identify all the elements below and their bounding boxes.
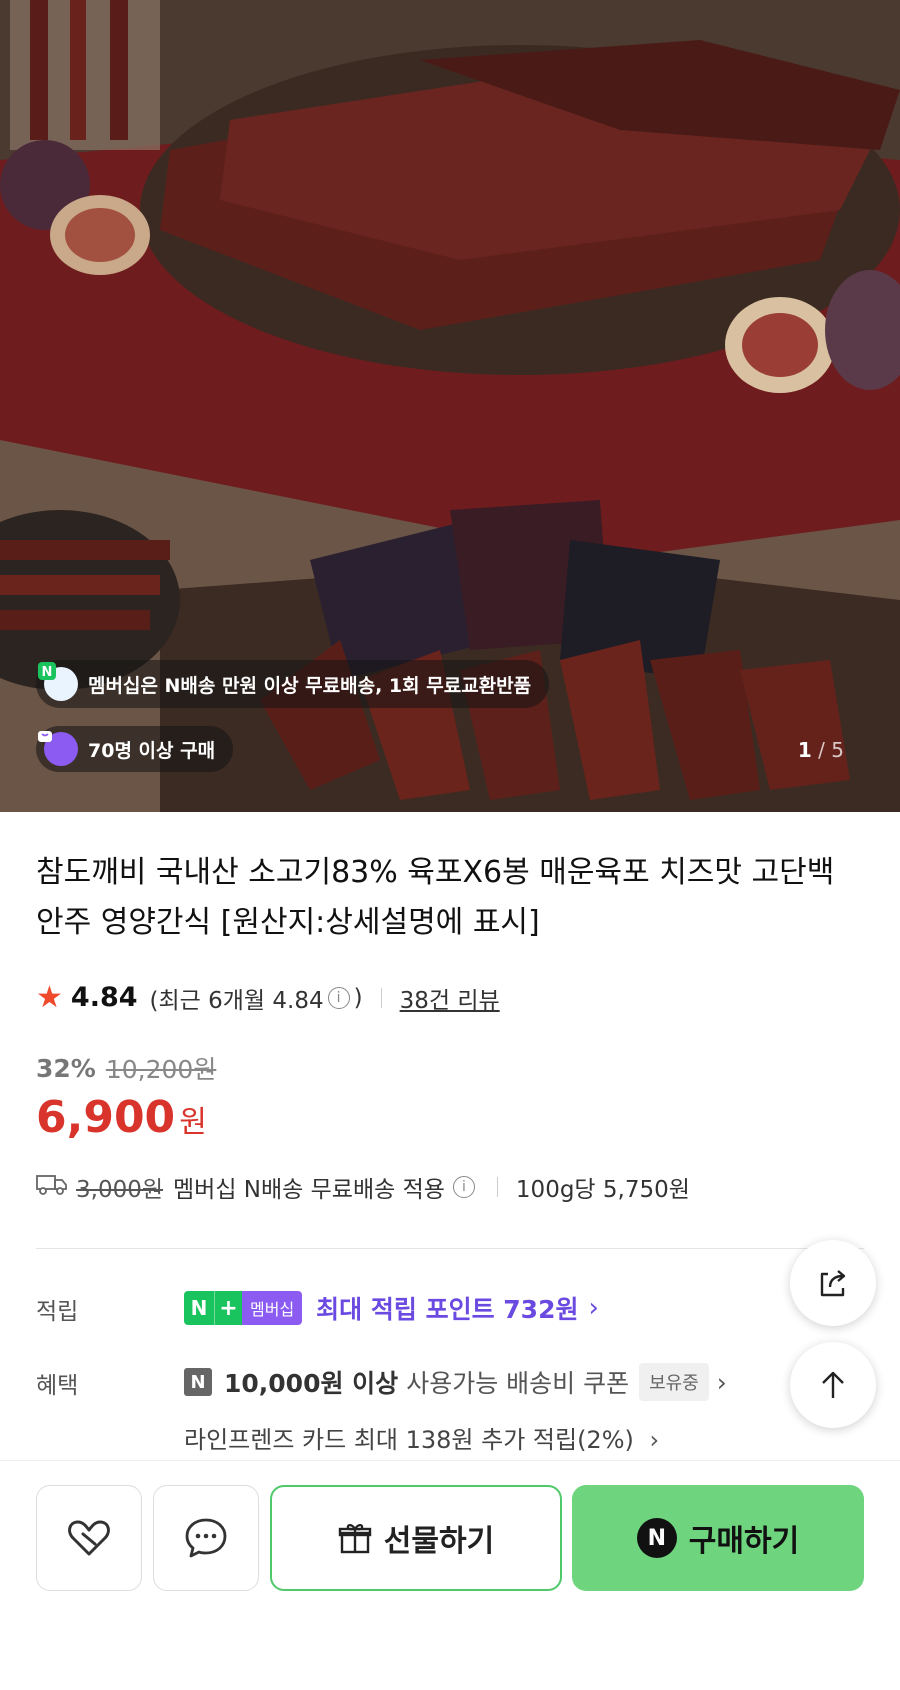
product-image-carousel[interactable]: N 멤버십은 N배송 만원 이상 무료배송, 1회 무료교환반품 70명 이상 … <box>0 0 900 812</box>
shipping-coupon-row[interactable]: N 10,000원 이상 사용가능 배송비 쿠폰 보유중 › <box>184 1363 727 1401</box>
truck-icon <box>36 1172 68 1202</box>
recent-rating: (최근 6개월 4.84 <box>149 987 324 1014</box>
gift-label: 선물하기 <box>383 1524 495 1559</box>
gift-button[interactable]: 선물하기 <box>270 1485 562 1591</box>
discount-row: 32% 10,200원 <box>36 1050 216 1086</box>
coupon-threshold: 10,000원 이상 <box>224 1369 399 1398</box>
buyers-count-badge: 70명 이상 구매 <box>36 726 234 772</box>
talk-button[interactable] <box>153 1485 259 1591</box>
info-icon[interactable]: i <box>452 1176 475 1198</box>
recent-rating-close: ) <box>353 984 363 1011</box>
shopping-bag-icon <box>38 731 78 766</box>
price-row: 6,900 원 <box>36 1092 207 1143</box>
image-counter: 1 / 5 <box>798 738 844 762</box>
share-button[interactable] <box>790 1240 876 1326</box>
membership-shipping-badge: N 멤버십은 N배송 만원 이상 무료배송, 1회 무료교환반품 <box>36 660 550 708</box>
heart-icon <box>68 1520 110 1556</box>
points-label: 적립 <box>36 1299 79 1325</box>
naver-delivery-icon: N <box>38 662 78 701</box>
buy-button[interactable]: N 구매하기 <box>572 1485 864 1591</box>
original-price: 10,200원 <box>105 1055 217 1084</box>
benefits-label: 혜택 <box>36 1373 79 1399</box>
bottom-action-bar: 선물하기 N 구매하기 <box>0 1460 900 1690</box>
original-shipping-fee: 3,000원 <box>76 1177 164 1203</box>
divider <box>496 1177 498 1197</box>
buy-label: 구매하기 <box>688 1524 800 1559</box>
star-icon: ★ <box>36 980 63 1015</box>
coupon-text: 사용가능 배송비 쿠폰 <box>406 1369 630 1398</box>
coupon-status-badge: 보유중 <box>639 1363 709 1401</box>
max-points-text: 최대 적립 포인트 732원 <box>316 1295 579 1324</box>
card-benefit-text: 라인프렌즈 카드 최대 138원 추가 적립(2%) <box>184 1426 634 1454</box>
price-unit: 원 <box>179 1105 207 1140</box>
image-index: 1 <box>797 738 812 762</box>
section-divider <box>36 1248 864 1249</box>
gift-icon <box>338 1524 371 1554</box>
membership-shipping-text: 멤버십은 N배송 만원 이상 무료배송, 1회 무료교환반품 <box>88 674 532 697</box>
buyers-count-text: 70명 이상 구매 <box>88 739 216 762</box>
image-total: / 5 <box>818 738 844 762</box>
naver-pay-icon: N <box>636 1518 677 1558</box>
chevron-right-icon: › <box>588 1293 599 1323</box>
unit-price: 100g당 5,750원 <box>515 1177 690 1203</box>
scroll-top-button[interactable] <box>790 1342 876 1428</box>
chevron-right-icon: › <box>716 1367 727 1397</box>
share-icon <box>820 1270 846 1297</box>
arrow-up-icon <box>822 1371 844 1398</box>
like-button[interactable] <box>36 1485 142 1591</box>
sale-price: 6,900 <box>36 1092 176 1143</box>
shipping-row: 3,000원 멤버십 N배송 무료배송 적용 i 100g당 5,750원 <box>36 1170 690 1204</box>
card-benefit-row[interactable]: 라인프렌즈 카드 최대 138원 추가 적립(2%) › <box>184 1420 659 1455</box>
svg-text:N: N <box>42 665 53 680</box>
chat-icon <box>185 1518 227 1558</box>
review-count-link[interactable]: 38건 리뷰 <box>400 981 500 1015</box>
n-plus-membership-badge: N + 멤버십 <box>184 1291 303 1325</box>
divider <box>380 987 382 1008</box>
shipping-text: 멤버십 N배송 무료배송 적용 <box>173 1177 445 1203</box>
product-title: 참도깨비 국내산 소고기83% 육포X6봉 매운육포 치즈맛 고단백 안주 영양… <box>36 855 835 940</box>
points-row[interactable]: N + 멤버십 최대 적립 포인트 732원 › <box>184 1290 599 1326</box>
naver-n-icon: N <box>184 1368 212 1396</box>
discount-rate: 32% <box>36 1053 96 1083</box>
info-icon[interactable]: i <box>327 986 350 1009</box>
chevron-right-icon: › <box>649 1426 660 1454</box>
rating-score: 4.84 <box>70 982 138 1013</box>
rating-row: ★ 4.84 (최근 6개월 4.84 i ) 38건 리뷰 <box>36 980 500 1015</box>
